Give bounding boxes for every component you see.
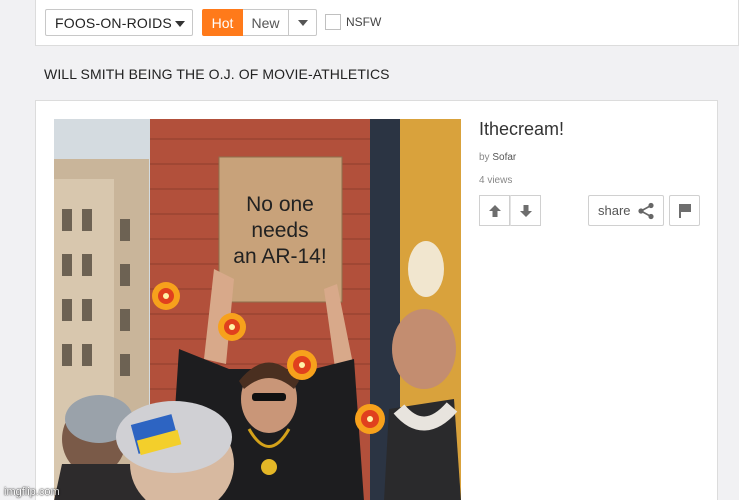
- nsfw-label: NSFW: [346, 15, 382, 29]
- nsfw-toggle[interactable]: NSFW: [325, 14, 381, 30]
- post-title: Ithecream!: [479, 119, 565, 139]
- sort-more-button[interactable]: [289, 9, 317, 36]
- chevron-down-icon: [175, 21, 185, 27]
- flag-button[interactable]: [669, 195, 700, 226]
- downvote-arrow-icon: [519, 204, 532, 217]
- upvote-arrow-icon: [488, 204, 501, 217]
- downvote-button[interactable]: [510, 195, 541, 226]
- sort-toggle-group: Hot New: [202, 9, 317, 36]
- sign-text-line2: needs: [251, 219, 308, 242]
- stream-select[interactable]: FOOS-ON-ROIDS: [45, 9, 193, 36]
- explosion-icon: [218, 313, 246, 341]
- author-link[interactable]: Sofar: [492, 152, 516, 163]
- explosion-icon: [355, 404, 385, 434]
- meme-illustration: No one needs an AR-14!: [54, 119, 461, 500]
- sort-new-button[interactable]: New: [243, 9, 289, 36]
- post-card: No one needs an AR-14! Ithecream! by Sof…: [35, 100, 718, 500]
- page-headline: WILL SMITH BEING THE O.J. OF MOVIE-ATHLE…: [44, 66, 390, 82]
- explosion-icon: [287, 350, 317, 380]
- explosion-icon: [152, 282, 180, 310]
- stream-toolbar: FOOS-ON-ROIDS Hot New NSFW: [35, 0, 739, 46]
- sort-hot-button[interactable]: Hot: [202, 9, 243, 36]
- post-byline: by Sofar: [479, 152, 564, 163]
- meme-image[interactable]: No one needs an AR-14!: [54, 119, 461, 500]
- share-button[interactable]: share: [588, 195, 664, 226]
- share-label: share: [598, 203, 631, 218]
- flag-icon: [678, 203, 691, 218]
- vote-group: [479, 195, 541, 226]
- watermark: imgflip.com: [4, 486, 60, 498]
- sign-text-line3: an AR-14!: [233, 245, 326, 268]
- share-icon: [637, 202, 654, 219]
- view-count: 4 views: [479, 175, 513, 186]
- sign-text-line1: No one: [246, 193, 314, 216]
- byline-prefix: by: [479, 152, 490, 163]
- post-meta: Ithecream! by Sofar 4 views: [479, 119, 564, 186]
- stream-select-label: FOOS-ON-ROIDS: [55, 14, 172, 31]
- chevron-down-icon: [297, 19, 308, 26]
- upvote-button[interactable]: [479, 195, 510, 226]
- nsfw-checkbox[interactable]: [325, 14, 341, 30]
